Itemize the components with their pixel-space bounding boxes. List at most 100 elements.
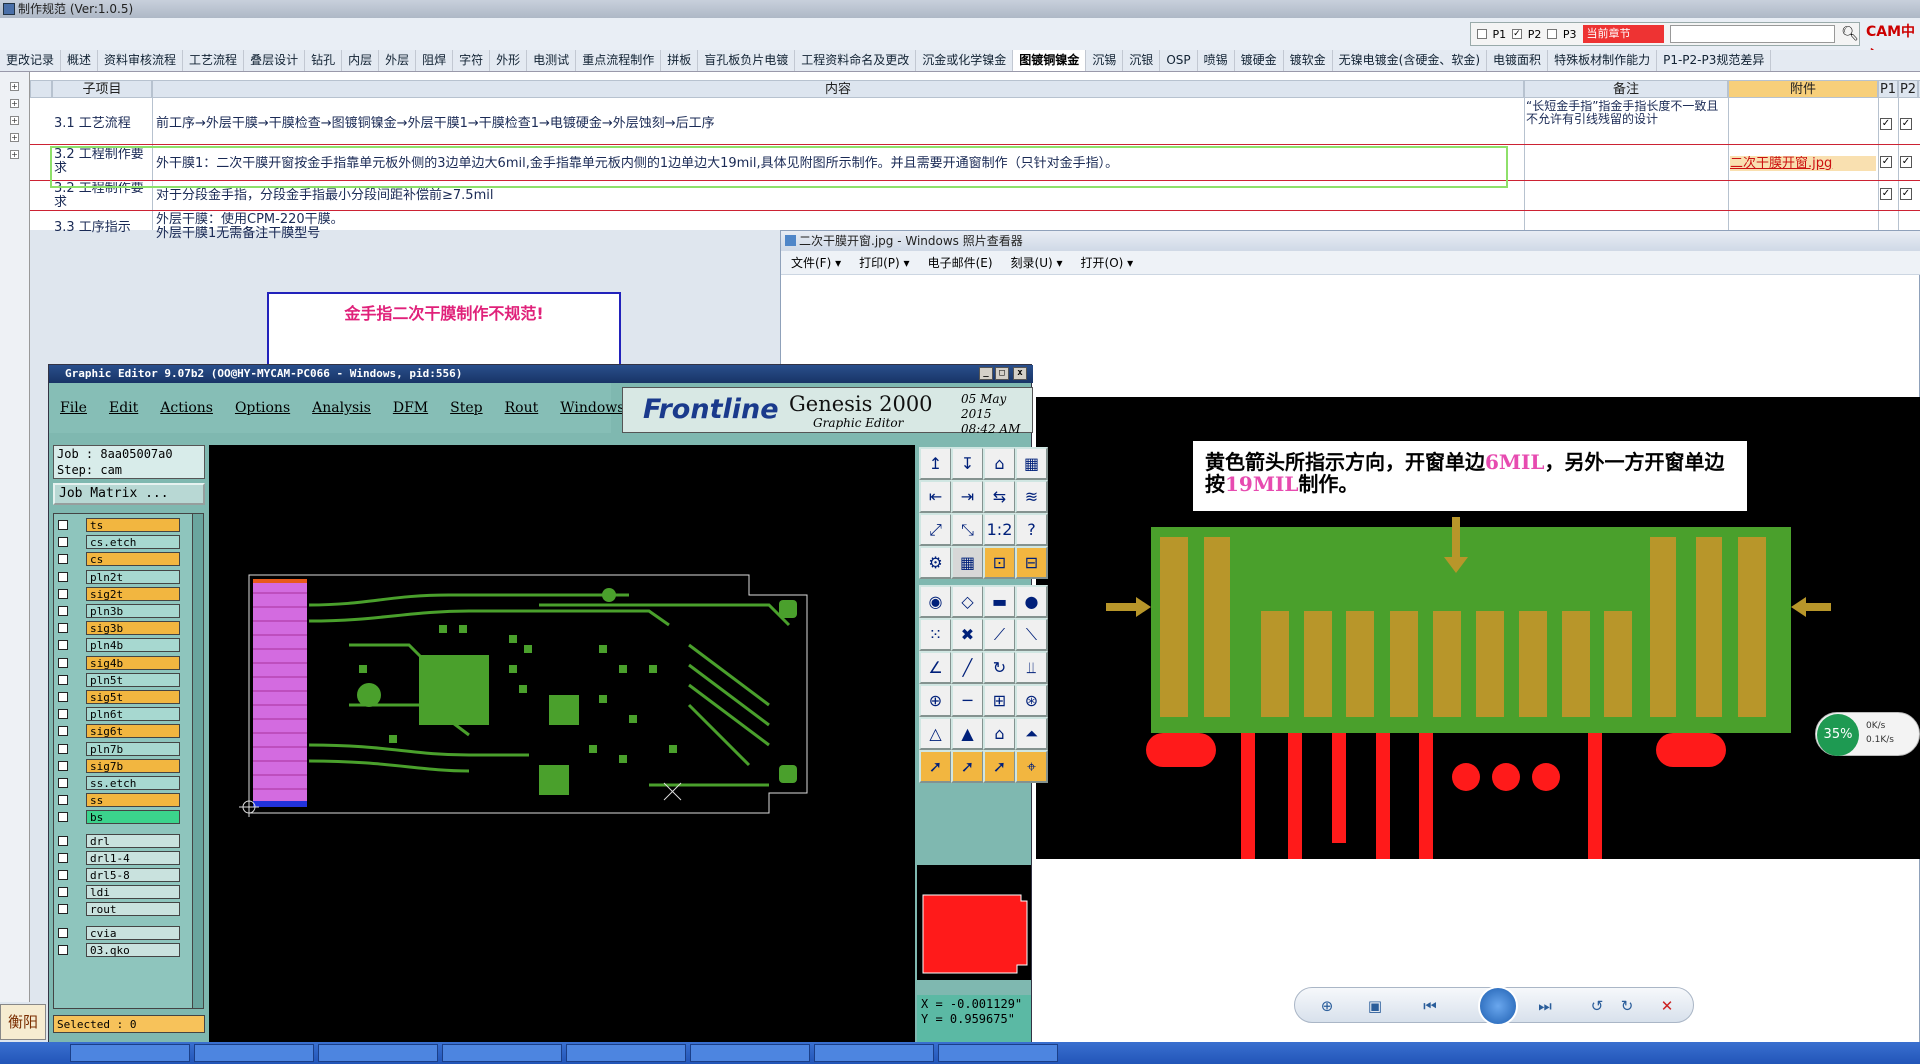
tab-11[interactable]: 电测试 [527, 50, 577, 71]
cross-icon[interactable]: ✖ [951, 618, 984, 651]
tab-6[interactable]: 内层 [342, 50, 380, 71]
measure-icon[interactable]: ⌖ [1015, 750, 1048, 783]
tab-21[interactable]: 喷锡 [1198, 50, 1235, 71]
taskbar-item[interactable] [814, 1044, 934, 1062]
menu-step[interactable]: Step [439, 400, 493, 416]
slash-icon[interactable]: ╱ [951, 651, 984, 684]
layer-row[interactable]: 03.qko [58, 942, 180, 957]
tri-b-icon[interactable]: ▲ [951, 717, 984, 750]
layer-checkbox[interactable] [58, 726, 68, 737]
maximize-icon[interactable]: □ [995, 367, 1009, 380]
layer-checkbox[interactable] [58, 571, 68, 582]
layer-checkbox[interactable] [58, 927, 68, 938]
layer-checkbox[interactable] [58, 623, 68, 634]
dash-icon[interactable]: ─ [951, 684, 984, 717]
up-icon[interactable]: ⏶ [1015, 717, 1048, 750]
left-icon[interactable]: ⇤ [919, 480, 952, 513]
p2-check[interactable]: ✓ [1900, 188, 1912, 200]
taskbar-item[interactable] [690, 1044, 810, 1062]
minimize-icon[interactable]: _ [979, 367, 993, 380]
layer-row[interactable]: ldi [58, 885, 180, 900]
layer-checkbox[interactable] [58, 674, 68, 685]
layer-row[interactable]: sig5t [58, 690, 180, 704]
menu-edit[interactable]: Edit [98, 400, 149, 416]
scale-icon[interactable]: 1:2 [983, 513, 1016, 546]
layer-row[interactable]: pln2t [58, 569, 180, 584]
top-icon[interactable]: ↥ [919, 447, 952, 480]
right-icon[interactable]: ⇥ [951, 480, 984, 513]
scope-select[interactable]: 当前章节 [1582, 25, 1664, 43]
rotate-left-icon[interactable]: ↺ [1587, 996, 1607, 1016]
bar-icon[interactable]: ▬ [983, 585, 1016, 618]
layer-scrollbar[interactable] [192, 513, 204, 1009]
layer-checkbox[interactable] [58, 812, 68, 823]
search-input[interactable] [1669, 25, 1836, 43]
expand-icon[interactable]: + [10, 133, 19, 142]
layer-checkbox[interactable] [58, 795, 68, 806]
layer-row[interactable]: ts [58, 518, 180, 532]
close-icon[interactable]: x [1013, 367, 1027, 380]
layer-checkbox[interactable] [58, 588, 68, 599]
rotate-right-icon[interactable]: ↻ [1617, 996, 1637, 1016]
menu-dfm[interactable]: DFM [382, 400, 439, 416]
p2-checkbox[interactable]: ✓ [1512, 29, 1522, 39]
layer-row[interactable]: rout [58, 902, 180, 917]
search-icon[interactable]: 🔍︎ [1841, 26, 1859, 42]
layer-checkbox[interactable] [58, 606, 68, 616]
bottom-icon[interactable]: ↧ [951, 447, 984, 480]
taskbar-item[interactable] [318, 1044, 438, 1062]
shape-icon[interactable]: ◇ [951, 585, 984, 618]
layer-checkbox[interactable] [58, 692, 68, 702]
layer-checkbox[interactable] [58, 537, 68, 548]
viewer-menu-item[interactable]: 文件(F) ▾ [791, 251, 841, 274]
grid-icon[interactable]: ▦ [1015, 447, 1048, 480]
tab-7[interactable]: 外层 [379, 50, 417, 71]
taskbar-item[interactable] [442, 1044, 562, 1062]
layer-checkbox[interactable] [58, 852, 68, 863]
expand-icon[interactable]: ⤢ [919, 513, 952, 546]
layer-row[interactable]: sig6t [58, 724, 180, 739]
layer-checkbox[interactable] [58, 887, 68, 898]
expand-icon[interactable]: + [10, 150, 19, 159]
graphic-canvas[interactable] [209, 445, 915, 1053]
expand-icon[interactable]: + [10, 82, 19, 91]
lines-icon[interactable]: ≋ [1015, 480, 1048, 513]
line-b-icon[interactable]: ⟍ [1015, 618, 1048, 651]
layer-checkbox[interactable] [58, 709, 68, 720]
tab-8[interactable]: 阻焊 [416, 50, 454, 71]
layer-row[interactable]: cvia [58, 925, 180, 940]
layer-checkbox[interactable] [58, 944, 68, 955]
layer-row[interactable]: cs.etch [58, 535, 180, 550]
layer-row[interactable]: sig3b [58, 621, 180, 636]
dot-icon[interactable]: ● [1015, 585, 1048, 618]
zoom-icon[interactable]: ⊕ [1317, 996, 1337, 1016]
tab-12[interactable]: 重点流程制作 [576, 50, 662, 71]
tab-4[interactable]: 叠层设计 [244, 50, 306, 71]
tab-5[interactable]: 钻孔 [305, 50, 343, 71]
move-icon[interactable]: ➚ [983, 750, 1016, 783]
points-icon[interactable]: ⁙ [919, 618, 952, 651]
menu-file[interactable]: File [49, 400, 98, 416]
tab-19[interactable]: 沉银 [1123, 50, 1161, 71]
viewer-menu-item[interactable]: 刻录(U) ▾ [1011, 251, 1063, 274]
layer-row[interactable]: sig4b [58, 655, 180, 670]
layer-checkbox[interactable] [58, 870, 68, 880]
layer-b-icon[interactable]: ⊟ [1015, 546, 1048, 579]
layer-checkbox[interactable] [58, 520, 68, 530]
tab-23[interactable]: 镀软金 [1284, 50, 1333, 71]
p1-check[interactable]: ✓ [1880, 118, 1892, 130]
layer-row[interactable]: pln3b [58, 604, 180, 618]
taskbar-item[interactable] [566, 1044, 686, 1062]
layer-row[interactable]: pln5t [58, 672, 180, 687]
viewer-menu-item[interactable]: 打印(P) ▾ [859, 251, 909, 274]
tab-13[interactable]: 拼板 [661, 50, 699, 71]
tab-3[interactable]: 工艺流程 [183, 50, 245, 71]
layer-checkbox[interactable] [58, 640, 68, 651]
layer-row[interactable]: pln7b [58, 741, 180, 756]
layer-row[interactable]: bs [58, 810, 180, 825]
tab-24[interactable]: 无镍电镀金(含硬金、软金) [1333, 50, 1488, 71]
swap-icon[interactable]: ⇆ [983, 480, 1016, 513]
job-matrix-button[interactable]: Job Matrix ... [53, 483, 205, 505]
p3-checkbox[interactable] [1547, 29, 1557, 39]
layer-row[interactable]: sig7b [58, 758, 180, 773]
